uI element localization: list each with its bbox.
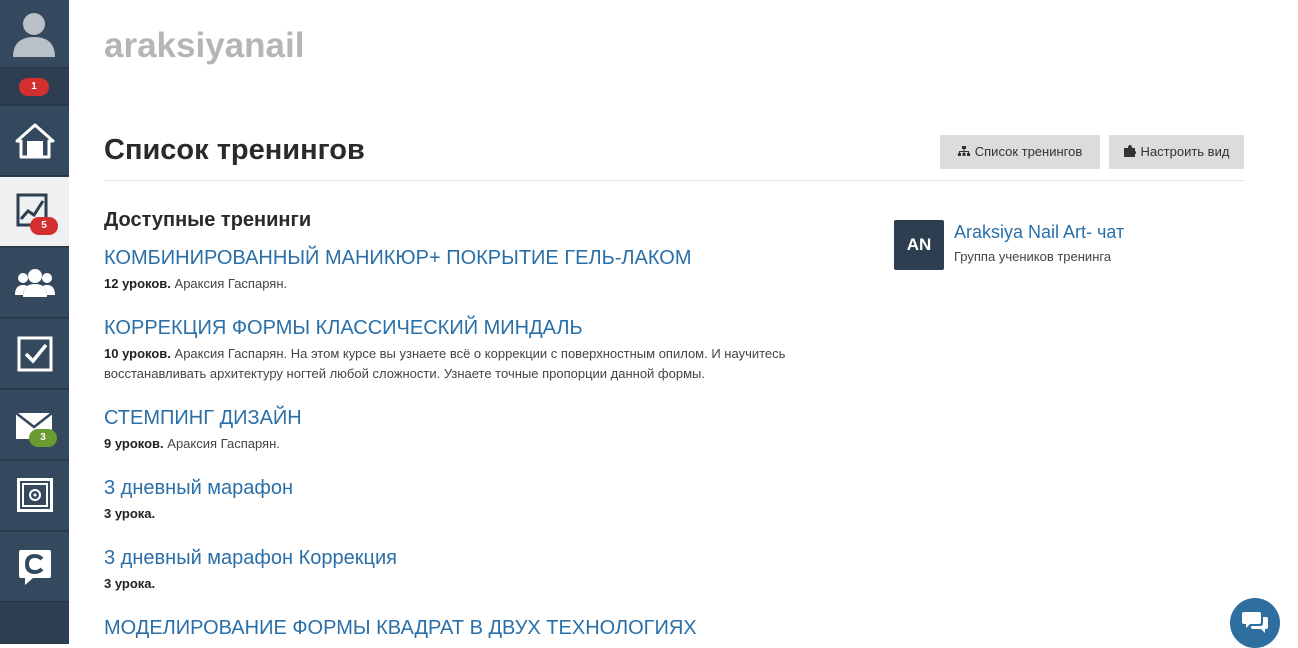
training-title-link[interactable]: КОРРЕКЦИЯ ФОРМЫ КЛАССИЧЕСКИЙ МИНДАЛЬ xyxy=(104,316,844,340)
training-description: 12 уроков. Араксия Гаспарян. xyxy=(104,274,844,294)
training-title-link[interactable]: 3 дневный марафон Коррекция xyxy=(104,546,844,570)
sidebar-item-safe[interactable] xyxy=(0,461,69,531)
training-description: 3 урока. xyxy=(104,504,844,524)
training-lessons-count: 9 уроков. xyxy=(104,436,164,451)
school-name[interactable]: araksiyanail xyxy=(104,26,304,66)
training-title-link[interactable]: МОДЕЛИРОВАНИЕ ФОРМЫ КВАДРАТ В ДВУХ ТЕХНО… xyxy=(104,616,844,640)
trainings-badge: 5 xyxy=(30,217,58,235)
training-meta-text: Араксия Гаспарян. xyxy=(163,436,280,451)
training-title-link[interactable]: КОМБИНИРОВАННЫЙ МАНИКЮР+ ПОКРЫТИЕ ГЕЛЬ-Л… xyxy=(104,246,844,270)
training-meta-text: Араксия Гаспарян. xyxy=(170,276,288,291)
training-item: КОРРЕКЦИЯ ФОРМЫ КЛАССИЧЕСКИЙ МИНДАЛЬ 10 … xyxy=(104,316,844,384)
training-list-button[interactable]: Список тренингов xyxy=(940,135,1100,169)
training-title-link[interactable]: СТЕМПИНГ ДИЗАЙН xyxy=(104,406,844,430)
training-description: 10 уроков. Араксия Гаспарян. На этом кур… xyxy=(104,344,844,384)
customize-view-button-label: Настроить вид xyxy=(1140,144,1230,159)
notifications-row[interactable]: 1 xyxy=(0,69,69,105)
training-item: СТЕМПИНГ ДИЗАЙН 9 уроков. Араксия Гаспар… xyxy=(104,406,844,454)
sidebar-footer xyxy=(0,602,69,644)
safe-icon xyxy=(16,477,53,512)
chat-subtitle: Группа учеников тренинга xyxy=(954,249,1112,264)
training-lessons-count: 3 урока. xyxy=(104,506,156,521)
notifications-badge: 1 xyxy=(19,78,49,96)
chat-avatar[interactable]: AN xyxy=(894,220,944,270)
training-item: 3 дневный марафон Коррекция 3 урока. xyxy=(104,546,844,594)
sidebar-item-groups[interactable] xyxy=(0,248,69,318)
sidebar-item-home[interactable] xyxy=(0,106,69,176)
sitemap-icon xyxy=(957,146,970,156)
training-list-button-label: Список тренингов xyxy=(974,144,1083,159)
training-lessons-count: 3 урока. xyxy=(104,576,156,591)
group-chat-card: AN Araksiya Nail Art- чат Группа ученико… xyxy=(894,220,1194,270)
training-meta-text: Араксия Гаспарян. На этом курсе вы узнае… xyxy=(104,346,786,381)
training-item: КОМБИНИРОВАННЫЙ МАНИКЮР+ ПОКРЫТИЕ ГЕЛЬ-Л… xyxy=(104,246,844,294)
chat-widget-button[interactable] xyxy=(1230,598,1280,648)
messages-badge: 3 xyxy=(29,429,57,447)
customize-view-button[interactable]: Настроить вид xyxy=(1109,135,1244,169)
sidebar-item-tasks[interactable] xyxy=(0,319,69,389)
user-silhouette-icon xyxy=(13,13,55,57)
puzzle-icon xyxy=(1123,145,1136,157)
section-title-available: Доступные тренинги xyxy=(104,209,312,231)
training-item: МОДЕЛИРОВАНИЕ ФОРМЫ КВАДРАТ В ДВУХ ТЕХНО… xyxy=(104,616,844,640)
page-title: Список тренингов xyxy=(104,134,365,166)
training-description: 3 урока. xyxy=(104,574,844,594)
sidebar-item-trainings[interactable]: 5 xyxy=(0,177,69,247)
sidebar: 1 5 3 xyxy=(0,0,69,644)
training-description: 9 уроков. Араксия Гаспарян. xyxy=(104,434,844,454)
training-lessons-count: 10 уроков. xyxy=(104,346,171,361)
training-item: 3 дневный марафон 3 урока. xyxy=(104,476,844,524)
training-title-link[interactable]: 3 дневный марафон xyxy=(104,476,844,500)
chat-name-link[interactable]: Araksiya Nail Art- чат xyxy=(954,222,1124,243)
users-icon xyxy=(14,268,55,297)
main-content: araksiyanail Список тренингов Список тре… xyxy=(104,0,1244,644)
chat-bubbles-icon xyxy=(1242,612,1268,633)
user-avatar[interactable] xyxy=(0,0,69,68)
home-icon xyxy=(15,123,54,158)
training-lessons-count: 12 уроков. xyxy=(104,276,171,291)
sidebar-item-messages[interactable]: 3 xyxy=(0,390,69,460)
sidebar-item-getcourse[interactable] xyxy=(0,532,69,602)
getcourse-logo-icon xyxy=(18,549,51,585)
checkbox-icon xyxy=(17,336,52,371)
header-divider xyxy=(104,180,1244,181)
